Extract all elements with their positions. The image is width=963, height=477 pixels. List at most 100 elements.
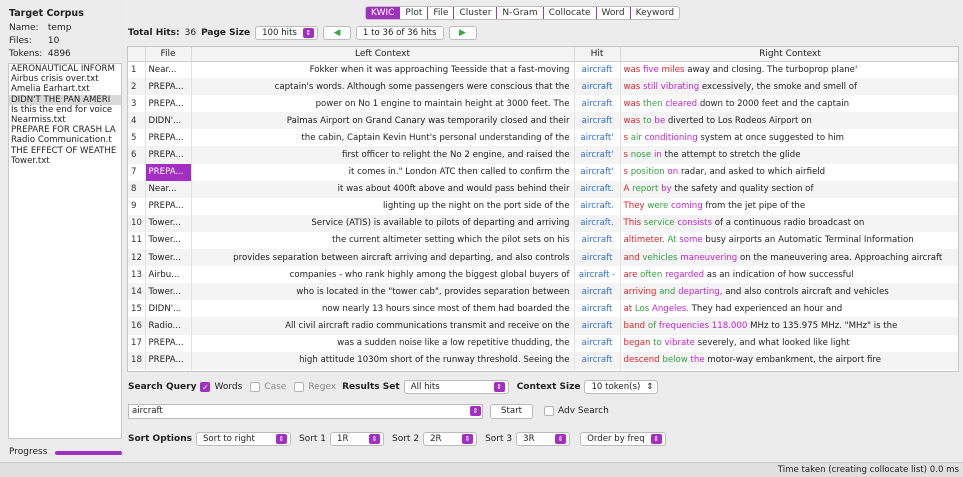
- row-number: 13: [128, 266, 146, 284]
- tab-keyword[interactable]: Keyword: [631, 7, 679, 19]
- column-header[interactable]: Hit: [574, 47, 621, 62]
- words-checkbox[interactable]: ✓: [200, 382, 211, 392]
- hit-cell: aircraft: [574, 368, 621, 371]
- regex-checkbox[interactable]: [294, 382, 305, 392]
- query-history-arrow-icon[interactable]: ⇕: [470, 406, 481, 416]
- corpus-file-item[interactable]: PREPARE FOR CRASH LA: [9, 125, 121, 135]
- right-context-token: A: [623, 184, 630, 195]
- next-page-button[interactable]: ▶: [448, 26, 477, 40]
- hit-cell: aircraft': [574, 129, 621, 147]
- corpus-file-item[interactable]: THE EFFECT OF WEATHE: [9, 146, 121, 156]
- table-row[interactable]: 5 PREPA... the cabin, Captain Kevin Hunt's…: [128, 129, 958, 147]
- table-row[interactable]: 4 DIDN'... Palmas Airport on Grand Canary …: [128, 112, 958, 130]
- right-context-token: vehicles: [642, 252, 678, 263]
- start-button[interactable]: Start: [490, 404, 533, 419]
- context-size-stepper[interactable]: 10 token(s) ⇕: [584, 380, 658, 394]
- page-info: 1 to 36 of 36 hits: [355, 26, 444, 40]
- corpus-file-item[interactable]: Tower.txt: [9, 156, 121, 166]
- corpus-file-item[interactable]: Amelia Earhart.txt: [9, 84, 121, 94]
- corpus-tokens-value: 4896: [47, 49, 71, 59]
- table-row[interactable]: 11 Tower... the current altimeter setting …: [128, 231, 958, 250]
- corpus-file-list[interactable]: AERONAUTICAL INFORM Airbus crisis over.tx…: [8, 63, 122, 439]
- corpus-tokens-label: Tokens:: [9, 49, 43, 59]
- file-cell: Radio...: [145, 317, 192, 335]
- table-row[interactable]: 17 PREPA... was a sudden noise like a low …: [128, 334, 958, 352]
- left-context-cell: power on No 1 engine to maintain height …: [191, 95, 575, 113]
- table-row[interactable]: 2 PREPA... captain's words. Although some …: [128, 78, 958, 96]
- total-hits-value: 36: [184, 28, 197, 38]
- right-context-cell: altimeter. At some busy airports an Auto…: [620, 231, 958, 250]
- corpus-files-row: Files: 10: [9, 36, 59, 46]
- table-row[interactable]: 10 Tower... Service (ATIS) is available to…: [128, 214, 958, 232]
- table-row[interactable]: 3 PREPA... power on No 1 engine to maintai…: [128, 95, 958, 113]
- kwic-table[interactable]: File Left Context Hit Right Context 1 Near..…: [127, 46, 959, 372]
- tab-word[interactable]: Word: [597, 7, 631, 19]
- corpus-file-item[interactable]: AERONAUTICAL INFORM: [9, 64, 121, 74]
- main-panel: KWIC Plot File Cluster N-Gram Collocate Word Ke…: [123, 0, 963, 462]
- tab-plot[interactable]: Plot: [400, 7, 429, 19]
- corpus-file-item[interactable]: DIDN'T THE PAN AMERI: [9, 94, 121, 105]
- page-size-select[interactable]: 100 hits ⇕: [255, 26, 318, 40]
- file-cell: PREPA...: [145, 334, 192, 352]
- tab-kwic[interactable]: KWIC: [366, 7, 401, 19]
- table-row[interactable]: 13 Airbu... companies - who rank highly am…: [128, 266, 958, 284]
- tab-file[interactable]: File: [428, 7, 455, 19]
- corpus-file-item[interactable]: Radio Communication.t: [9, 135, 121, 145]
- right-context-cell: was still vibrating excessively, the smo…: [620, 78, 958, 96]
- row-number: 1: [128, 61, 146, 79]
- sort-mode-select[interactable]: Sort to right ⇕: [195, 432, 291, 446]
- right-context-token: radar, and asked to which airfield: [680, 167, 826, 178]
- left-context-cell: it was about 400ft above and would pass …: [191, 180, 575, 198]
- right-context-token: descend: [623, 355, 660, 366]
- tab-collocate[interactable]: Collocate: [544, 7, 597, 19]
- search-query-input[interactable]: aircraft: [128, 404, 483, 419]
- case-label: Case: [264, 382, 287, 392]
- order-select[interactable]: Order by freq ⇕: [580, 432, 666, 446]
- table-row[interactable]: 7 PREPA... it comes in." London ATC then c…: [128, 163, 958, 181]
- right-context-token: coming: [671, 201, 703, 212]
- results-set-select[interactable]: All hits ⇕: [403, 380, 509, 394]
- right-context-cell: s position on radar, and asked to which …: [620, 163, 958, 181]
- right-context-cell: and vehicles maneuvering on the maneuver…: [620, 249, 958, 267]
- prev-arrow-icon: ◀: [333, 28, 341, 38]
- select-arrow-icon: ⇕: [555, 434, 567, 444]
- case-checkbox[interactable]: [250, 382, 261, 392]
- table-row[interactable]: 1 Near... Fokker when it was approaching T…: [128, 61, 958, 79]
- tab-ngram[interactable]: N-Gram: [497, 7, 544, 19]
- progress-bar: [55, 451, 122, 455]
- next-arrow-icon: ▶: [459, 28, 466, 38]
- column-header[interactable]: Left Context: [191, 47, 575, 62]
- file-cell[interactable]: PREPA...: [145, 163, 192, 181]
- sort1-value: 1R: [337, 434, 349, 444]
- tab-cluster[interactable]: Cluster: [454, 7, 498, 19]
- left-context-cell: All civil aircraft radio communications …: [191, 317, 575, 335]
- table-row[interactable]: 9 PREPA... lighting up the night on the po…: [128, 197, 958, 215]
- hit-cell: aircraft: [574, 300, 621, 318]
- table-row[interactable]: 16 Radio... All civil aircraft radio commu…: [128, 317, 958, 335]
- corpus-file-item[interactable]: Is this the end for voice: [9, 105, 121, 115]
- table-row[interactable]: 12 Tower... provides separation between ai…: [128, 249, 958, 267]
- table-row[interactable]: 6 PREPA... first officer to relight the No…: [128, 146, 958, 164]
- select-arrow-icon: ⇕: [493, 382, 505, 392]
- order-value: Order by freq: [587, 434, 645, 444]
- table-row[interactable]: 14 Tower... who is located in the "tower c…: [128, 283, 958, 301]
- right-context-token: and also controls aircraft and vehicles: [725, 286, 889, 297]
- adv-search-checkbox[interactable]: [544, 406, 554, 416]
- corpus-title: Target Corpus: [9, 8, 84, 19]
- sort3-select[interactable]: 3R ⇕: [516, 432, 571, 446]
- prev-page-button[interactable]: ◀: [322, 26, 351, 40]
- table-row[interactable]: 19DIDN'...the airport buses provided. Al…: [128, 368, 958, 371]
- file-cell: DIDN'...: [145, 368, 192, 371]
- table-row[interactable]: 8 Near... it was about 400ft above and wou…: [128, 180, 958, 198]
- sort2-select[interactable]: 2R ⇕: [423, 432, 478, 446]
- file-cell: Near...: [145, 180, 192, 198]
- column-header[interactable]: File: [145, 47, 192, 62]
- table-row[interactable]: 15 DIDN'... now nearly 13 hours since most…: [128, 300, 958, 318]
- table-row[interactable]: 18 PREPA... high attitude 1030m short of t…: [128, 351, 958, 369]
- corpus-file-item[interactable]: Nearmiss.txt: [9, 115, 121, 125]
- corpus-file-item[interactable]: Airbus crisis over.txt: [9, 74, 121, 84]
- sort1-select[interactable]: 1R ⇕: [330, 432, 385, 446]
- column-header[interactable]: Right Context: [620, 47, 958, 62]
- column-header[interactable]: [128, 47, 146, 62]
- row-number: 11: [128, 231, 146, 250]
